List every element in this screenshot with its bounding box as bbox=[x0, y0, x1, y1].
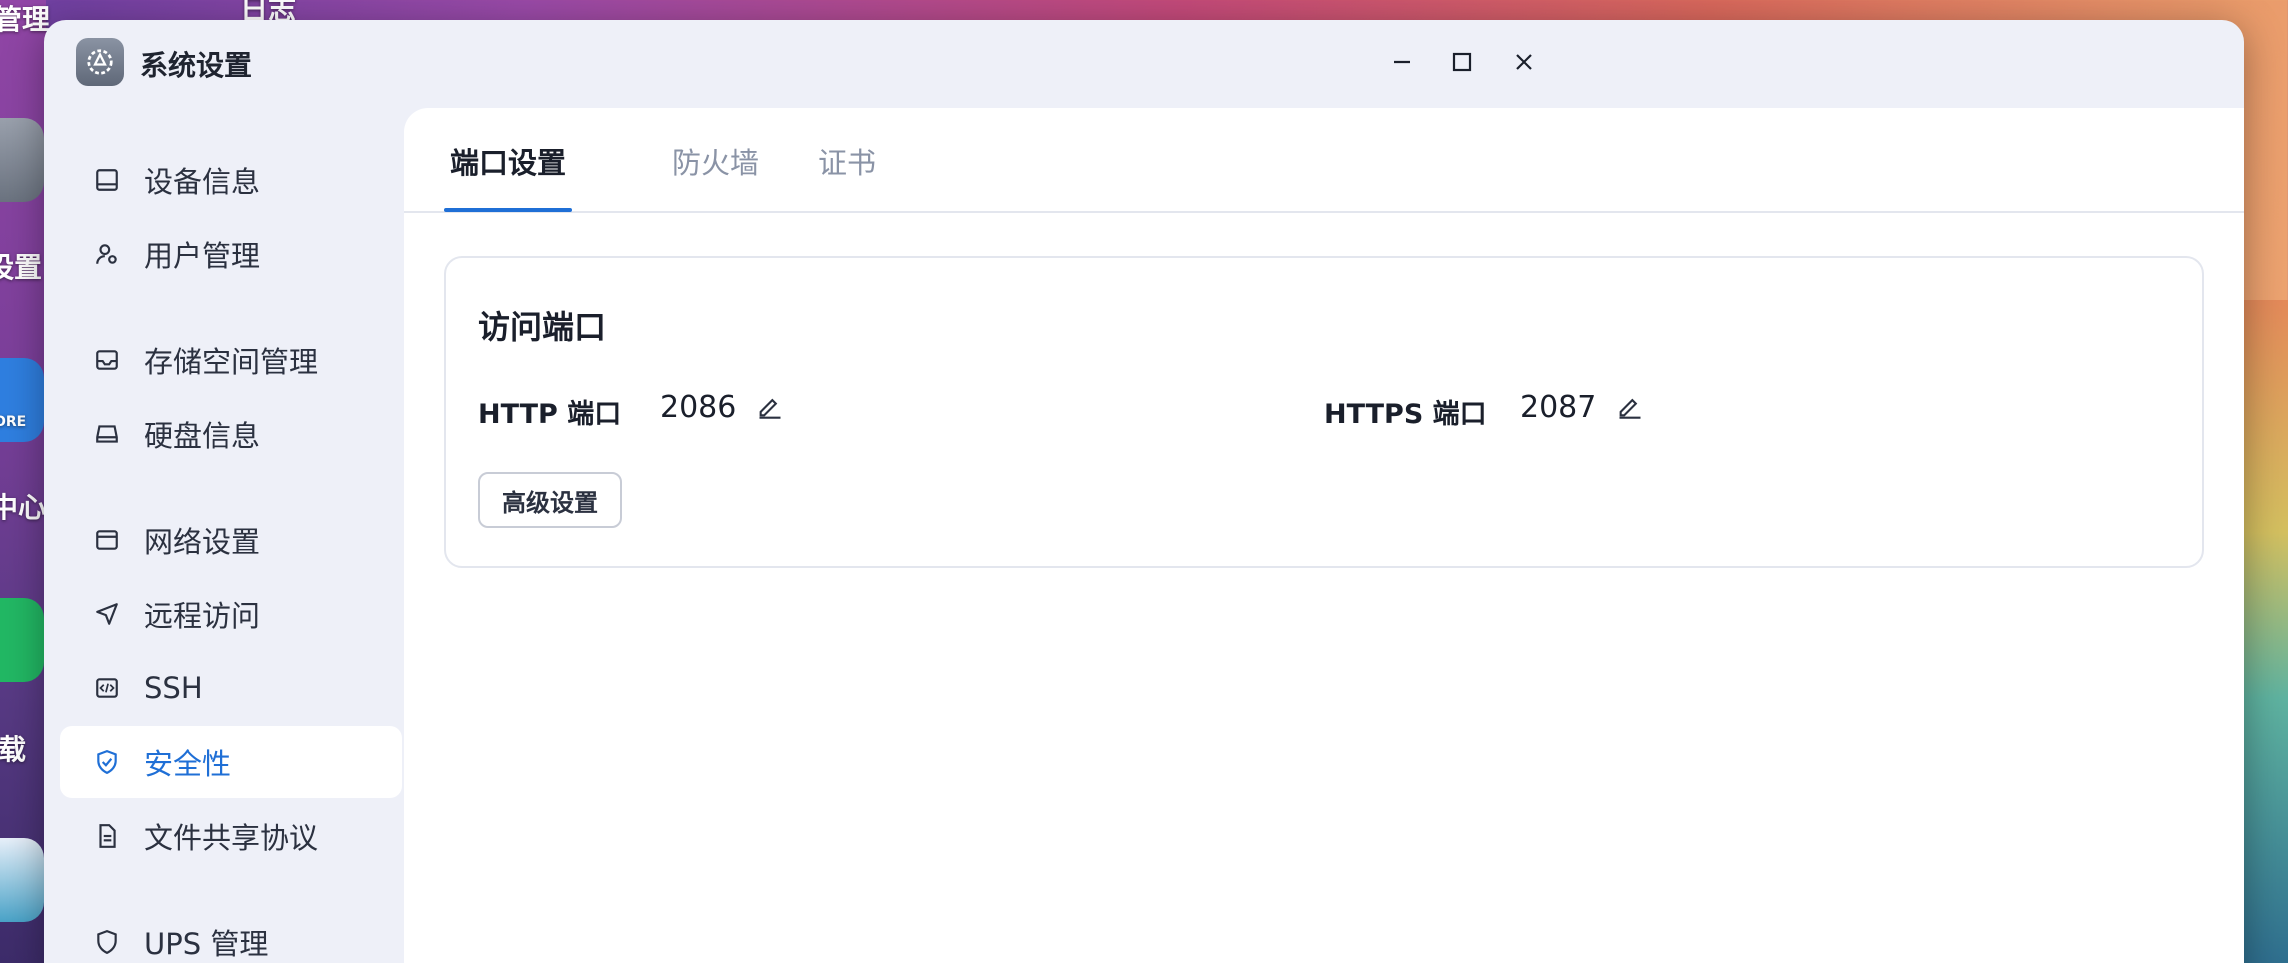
remote-icon bbox=[92, 599, 122, 629]
desktop-label: 载 bbox=[0, 733, 27, 766]
sidebar: 设备信息 用户管理 存储空间管理 硬盘信息 网络设置 远程访问 SSH 安全性 bbox=[44, 108, 404, 963]
sidebar-item-file-sharing[interactable]: 文件共享协议 bbox=[60, 800, 402, 872]
sidebar-item-user-management[interactable]: 用户管理 bbox=[60, 218, 402, 290]
maximize-button[interactable] bbox=[1442, 42, 1482, 82]
minimize-button[interactable] bbox=[1382, 42, 1422, 82]
sidebar-item-network[interactable]: 网络设置 bbox=[60, 504, 402, 576]
desktop-label: ORE bbox=[0, 414, 27, 430]
sidebar-item-label: UPS 管理 bbox=[144, 927, 269, 961]
window-title: 系统设置 bbox=[140, 49, 253, 82]
desktop-label: 设置 bbox=[0, 251, 43, 284]
tab-port-settings[interactable]: 端口设置 bbox=[450, 140, 566, 213]
card-title: 访问端口 bbox=[478, 308, 607, 346]
shield-icon bbox=[92, 927, 122, 957]
device-info-icon bbox=[92, 165, 122, 195]
sidebar-item-label: 用户管理 bbox=[144, 239, 261, 273]
https-port-label: HTTPS 端口 bbox=[1324, 399, 1487, 430]
sidebar-item-ups[interactable]: UPS 管理 bbox=[60, 906, 402, 963]
tab-bar: 端口设置 防火墙 证书 bbox=[404, 108, 2244, 213]
sidebar-item-label: 存储空间管理 bbox=[144, 345, 319, 379]
sidebar-item-label: SSH bbox=[144, 671, 203, 705]
sidebar-item-remote-access[interactable]: 远程访问 bbox=[60, 578, 402, 650]
desktop-download-icon[interactable] bbox=[0, 598, 44, 682]
advanced-settings-button[interactable]: 高级设置 bbox=[478, 472, 622, 528]
desktop-label: 管理 bbox=[0, 3, 51, 36]
system-settings-window: 系统设置 设备信息 用户管理 存储空间管理 硬盘信息 网络设置 远程访问 SSH… bbox=[44, 20, 2244, 963]
sidebar-item-security[interactable]: 安全性 bbox=[60, 726, 402, 798]
sidebar-item-label: 远程访问 bbox=[144, 599, 261, 633]
tab-firewall[interactable]: 防火墙 bbox=[672, 140, 759, 213]
user-icon bbox=[92, 239, 122, 269]
main-content: 端口设置 防火墙 证书 访问端口 HTTP 端口 2086 HTTPS 端口 2… bbox=[404, 108, 2244, 963]
desktop-settings-icon[interactable] bbox=[0, 118, 44, 202]
sidebar-item-label: 网络设置 bbox=[144, 525, 261, 559]
sidebar-item-label: 文件共享协议 bbox=[144, 821, 319, 855]
sidebar-item-disk-info[interactable]: 硬盘信息 bbox=[60, 398, 402, 470]
close-icon bbox=[1516, 54, 1532, 70]
settings-gear-icon bbox=[76, 38, 124, 86]
desktop-label: 中心 bbox=[0, 491, 47, 524]
ssh-icon bbox=[92, 673, 122, 703]
minimize-icon bbox=[1394, 60, 1410, 64]
sidebar-item-ssh[interactable]: SSH bbox=[60, 652, 402, 724]
edit-http-port-icon[interactable] bbox=[752, 388, 788, 424]
file-share-icon bbox=[92, 821, 122, 851]
shield-check-icon bbox=[92, 747, 122, 777]
sidebar-item-label: 安全性 bbox=[144, 747, 232, 781]
sidebar-item-label: 设备信息 bbox=[144, 165, 261, 199]
http-port-label: HTTP 端口 bbox=[478, 399, 622, 430]
sidebar-item-label: 硬盘信息 bbox=[144, 419, 261, 453]
network-icon bbox=[92, 525, 122, 555]
http-port-value: 2086 bbox=[660, 390, 737, 425]
desktop-app-icon[interactable] bbox=[0, 838, 44, 922]
tab-certificate[interactable]: 证书 bbox=[818, 140, 876, 213]
access-port-card: 访问端口 HTTP 端口 2086 HTTPS 端口 2087 高级设置 bbox=[444, 256, 2204, 568]
sidebar-item-device-info[interactable]: 设备信息 bbox=[60, 144, 402, 216]
desktop-right-strip bbox=[2240, 300, 2288, 963]
maximize-icon bbox=[1452, 52, 1472, 72]
close-button[interactable] bbox=[1504, 42, 1544, 82]
https-port-value: 2087 bbox=[1520, 390, 1597, 425]
sidebar-item-storage[interactable]: 存储空间管理 bbox=[60, 324, 402, 396]
edit-https-port-icon[interactable] bbox=[1612, 388, 1648, 424]
storage-icon bbox=[92, 345, 122, 375]
disk-icon bbox=[92, 419, 122, 449]
active-tab-indicator bbox=[444, 208, 572, 212]
titlebar: 系统设置 bbox=[44, 20, 2244, 108]
